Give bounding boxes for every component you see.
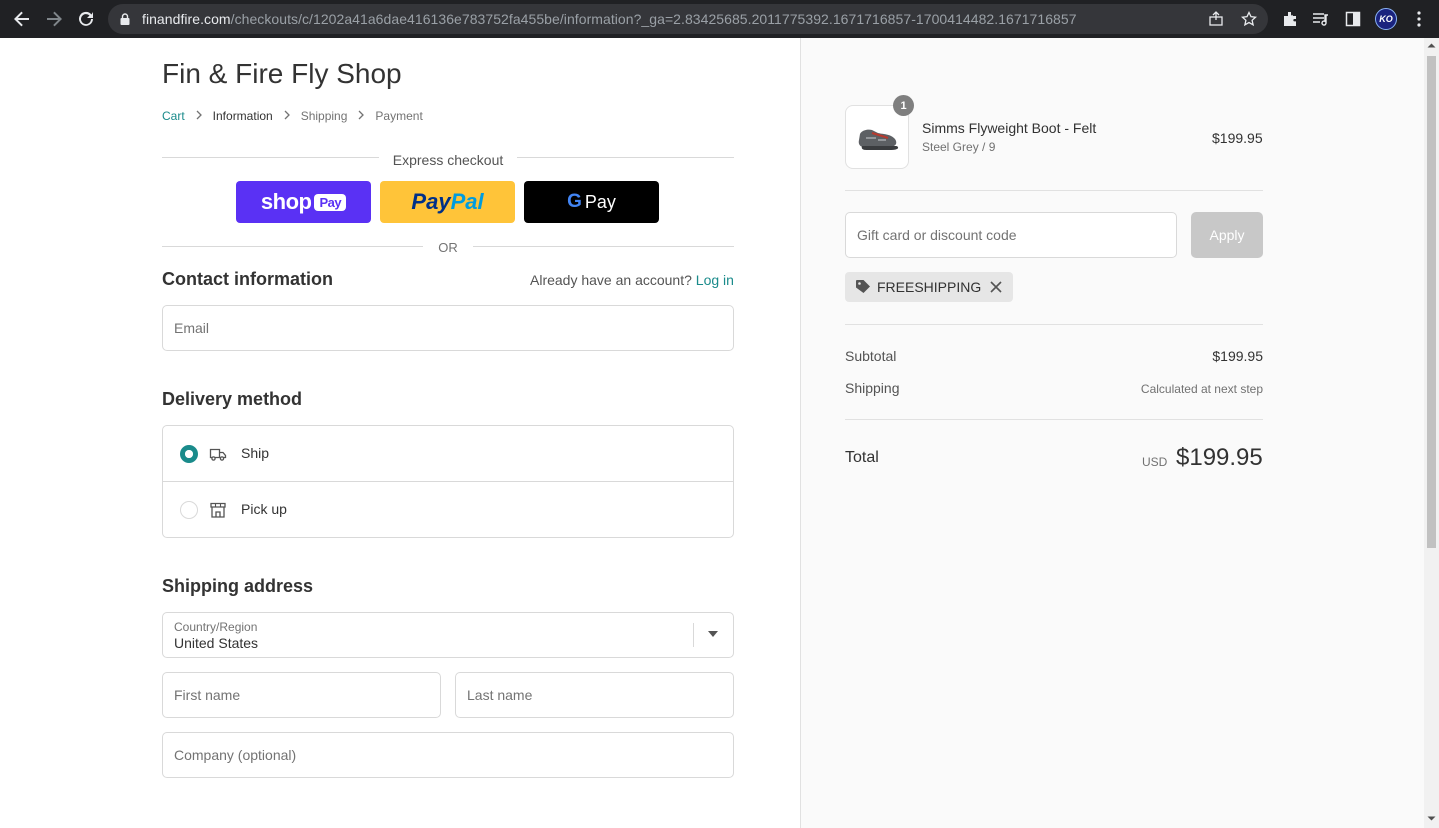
chevron-right-icon	[283, 109, 291, 123]
subtotal-value: $199.95	[1212, 348, 1263, 364]
quantity-badge: 1	[893, 95, 914, 116]
truck-icon	[209, 448, 227, 461]
product-price: $199.95	[1212, 130, 1263, 146]
breadcrumb: Cart Information Shipping Payment	[162, 109, 423, 123]
scrollbar-thumb[interactable]	[1427, 56, 1436, 548]
browser-toolbar: finandfire.com/checkouts/c/1202a41a6dae4…	[0, 0, 1439, 38]
product-name: Simms Flyweight Boot - Felt	[922, 120, 1097, 136]
breadcrumb-cart[interactable]: Cart	[162, 109, 185, 123]
login-prompt: Already have an account? Log in	[530, 272, 734, 288]
last-name-field[interactable]: Last name	[455, 672, 734, 718]
total-label: Total	[845, 449, 879, 466]
product-variant: Steel Grey / 9	[922, 140, 996, 154]
shipping-address-heading: Shipping address	[162, 576, 314, 596]
contact-heading: Contact information	[162, 269, 333, 289]
chevron-right-icon	[357, 109, 365, 123]
side-panel-icon[interactable]	[1343, 9, 1363, 29]
or-label: OR	[438, 240, 458, 255]
google-pay-button[interactable]: G Pay	[524, 181, 659, 223]
shipping-value: Calculated at next step	[1140, 382, 1263, 396]
summary-divider	[845, 190, 1263, 191]
delivery-heading: Delivery method	[162, 389, 303, 409]
discount-code-field[interactable]: Gift card or discount code	[845, 212, 1177, 258]
delivery-option-pickup[interactable]: Pick up	[163, 482, 733, 538]
scroll-down-icon[interactable]	[1427, 816, 1436, 822]
total-currency: USD	[1142, 455, 1168, 469]
remove-discount-close-icon[interactable]	[989, 280, 1003, 294]
company-field[interactable]: Company (optional)	[162, 732, 734, 778]
summary-divider	[845, 324, 1263, 325]
first-name-field[interactable]: First name	[162, 672, 441, 718]
shop-pay-button[interactable]: shop Pay	[236, 181, 371, 223]
ship-radio[interactable]	[180, 445, 198, 463]
address-bar[interactable]: finandfire.com/checkouts/c/1202a41a6dae4…	[108, 4, 1268, 34]
delivery-option-ship[interactable]: Ship	[163, 426, 733, 482]
total-value: $199.95	[1176, 444, 1263, 471]
breadcrumb-information: Information	[212, 109, 273, 123]
country-select[interactable]: Country/Region United States	[162, 612, 734, 658]
pickup-radio[interactable]	[180, 501, 198, 519]
profile-avatar[interactable]: KO	[1375, 8, 1397, 30]
reading-list-icon[interactable]	[1311, 9, 1331, 29]
tag-icon	[856, 280, 870, 293]
url-text: finandfire.com/checkouts/c/1202a41a6dae4…	[142, 11, 1077, 27]
bookmark-star-icon[interactable]	[1241, 11, 1257, 27]
page-scrollbar[interactable]	[1424, 38, 1439, 828]
paypal-button[interactable]: Pay Pal	[380, 181, 515, 223]
select-separator	[693, 623, 694, 647]
back-icon[interactable]	[10, 7, 34, 31]
more-menu-icon[interactable]	[1409, 9, 1429, 29]
shipping-label: Shipping	[845, 380, 900, 396]
reload-icon[interactable]	[74, 7, 98, 31]
breadcrumb-shipping: Shipping	[300, 109, 348, 123]
delivery-options: Ship Pick up	[162, 425, 734, 538]
breadcrumb-payment: Payment	[375, 109, 423, 123]
email-field[interactable]: Email	[162, 305, 734, 351]
shop-title[interactable]: Fin & Fire Fly Shop	[162, 58, 402, 90]
lock-icon	[120, 13, 130, 25]
login-link[interactable]: Log in	[696, 272, 734, 288]
summary-divider	[845, 419, 1263, 420]
share-icon[interactable]	[1208, 11, 1224, 27]
discount-tag: FREESHIPPING	[845, 272, 1013, 302]
chevron-down-icon	[708, 631, 718, 637]
scroll-up-icon[interactable]	[1427, 42, 1436, 48]
apply-discount-button[interactable]: Apply	[1191, 212, 1263, 258]
extensions-icon[interactable]	[1280, 9, 1300, 29]
express-checkout-heading: Express checkout	[162, 152, 734, 168]
subtotal-label: Subtotal	[845, 348, 897, 364]
chevron-right-icon	[195, 109, 203, 123]
forward-icon[interactable]	[42, 7, 66, 31]
store-icon	[210, 502, 226, 518]
